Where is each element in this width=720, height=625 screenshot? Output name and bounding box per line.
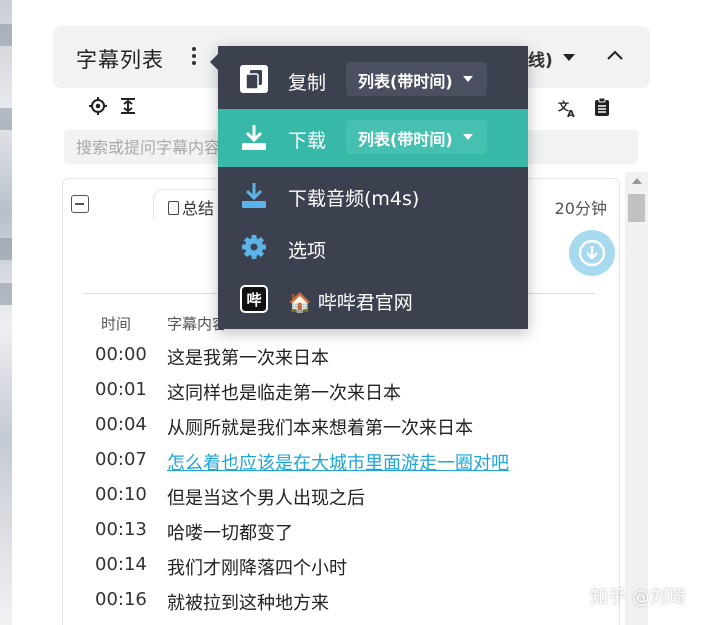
translate-icon[interactable]: 文 A (558, 98, 578, 118)
menu-item-download-label: 下载 (288, 130, 327, 152)
svg-text:哔: 哔 (246, 291, 261, 309)
gear-icon (242, 235, 266, 259)
scroll-to-current-icon[interactable] (118, 96, 138, 116)
bibi-logo-icon: 哔 (240, 285, 268, 313)
menu-item-official-site-label: 🏠 哔哔君官网 (288, 292, 413, 314)
copy-format-select[interactable]: 列表(带时间) (346, 62, 487, 96)
scrollbar-thumb[interactable] (628, 194, 645, 222)
column-header-time: 时间 (101, 315, 132, 333)
svg-text:A: A (567, 109, 575, 118)
menu-item-copy[interactable]: 复制 列表(带时间) (218, 51, 528, 109)
menu-item-options[interactable]: 选项 (218, 219, 528, 277)
scrollbar[interactable] (625, 172, 648, 625)
collapse-all-icon[interactable] (71, 195, 89, 213)
copy-icon (240, 65, 268, 93)
menu-pointer (210, 54, 218, 70)
menu-item-download-audio[interactable]: 下载音频(m4s) (218, 167, 528, 225)
background-video-strip (0, 0, 12, 625)
download-icon (242, 183, 266, 208)
video-duration: 20分钟 (554, 199, 607, 218)
panel-title: 字幕列表 (76, 48, 164, 72)
clipboard-icon[interactable] (592, 97, 612, 117)
menu-item-official-site[interactable]: 哔 🏠 哔哔君官网 (218, 271, 528, 329)
more-menu-icon[interactable] (187, 45, 201, 69)
scroll-up-arrow-icon[interactable] (632, 178, 642, 184)
watermark: 知乎 @刘琦 (590, 587, 686, 608)
menu-item-options-label: 选项 (288, 240, 327, 262)
collapse-icon[interactable] (606, 48, 624, 62)
download-icon (242, 125, 266, 150)
locate-icon[interactable] (88, 96, 108, 116)
chevron-down-icon (462, 134, 473, 140)
copy-format-value: 列表(带时间) (358, 72, 453, 91)
menu-item-copy-label: 复制 (288, 72, 327, 94)
menu-item-download[interactable]: 下载 列表(带时间) (218, 109, 528, 167)
tab-summary[interactable]: 总结 (153, 189, 226, 219)
menu-item-download-audio-label: 下载音频(m4s) (288, 188, 420, 210)
chevron-down-icon (462, 76, 473, 82)
more-menu-dropdown: 复制 列表(带时间) 下载 列表(带时间) 下载音频(m4s) 选项 哔 🏠 哔… (210, 46, 528, 329)
language-dropdown-arrow[interactable] (563, 54, 575, 61)
language-select-tail[interactable]: 线) (528, 46, 553, 71)
download-format-value: 列表(带时间) (358, 130, 453, 149)
tab-summary-label: 总结 (182, 199, 215, 218)
floating-download-button[interactable] (569, 230, 615, 276)
download-circle-icon (578, 239, 606, 267)
document-icon (168, 201, 179, 215)
download-format-select[interactable]: 列表(带时间) (346, 120, 487, 154)
